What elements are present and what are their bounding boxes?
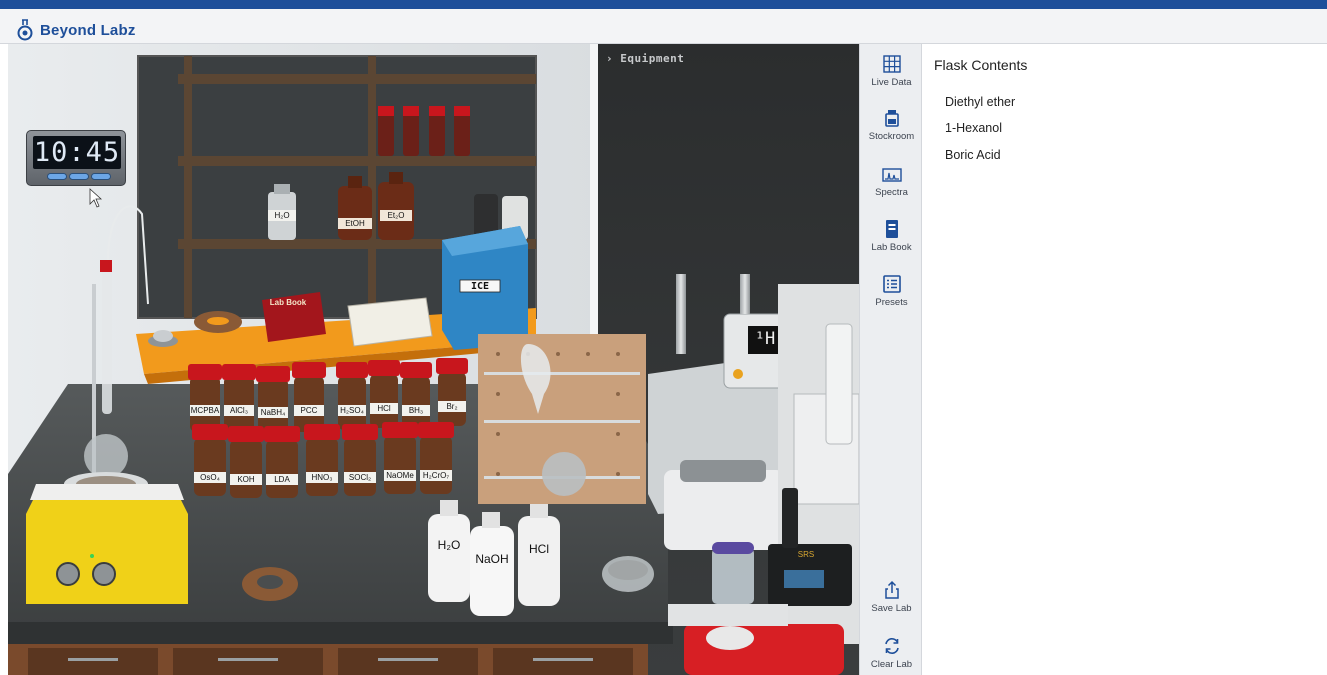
waste-container (684, 624, 844, 675)
pegboard (478, 334, 646, 504)
reagent-label[interactable]: NaOMe (384, 470, 416, 481)
reagent-label[interactable]: PCC (294, 405, 324, 416)
flask-content-item: 1-Hexanol (945, 121, 1002, 135)
nmr-display: ¹H (754, 329, 776, 349)
reagent-label[interactable]: BH₃ (402, 405, 430, 416)
shelf-bottle-label: Et₂O (380, 210, 412, 221)
lab-scene-art (8, 44, 859, 675)
sidebar-label: Presets (875, 297, 908, 308)
sidebar-label: Lab Book (871, 242, 912, 253)
wash-bottle-label[interactable]: HCl (518, 542, 560, 556)
wash-bottle-label[interactable]: H₂O (428, 538, 470, 552)
reagent-label[interactable]: KOH (230, 474, 262, 485)
grid-icon (882, 55, 901, 73)
shelf-bottle-label: H₂O (268, 210, 296, 221)
ice-label: ICE (470, 281, 490, 292)
reagent-label[interactable]: NaBH₄ (258, 407, 288, 418)
refresh-icon (884, 638, 899, 654)
sidebar-item-spectra[interactable]: Spectra (860, 164, 923, 216)
sidebar-item-live-data[interactable]: Live Data (860, 54, 923, 106)
save-lab-button[interactable]: Save Lab (860, 580, 923, 632)
shelf-bottle-label: EtOH (338, 218, 372, 229)
book-icon (885, 220, 898, 238)
reagent-label[interactable]: HNO₃ (306, 472, 338, 483)
panel-title: Flask Contents (934, 57, 1028, 73)
sidebar-label: Clear Lab (870, 659, 913, 670)
wash-bottle-label[interactable]: NaOH (470, 552, 514, 566)
reagent-label[interactable]: SOCl₂ (344, 472, 376, 483)
balance-brand: SRS (797, 550, 815, 559)
flask-content-item: Boric Acid (945, 148, 1001, 162)
flask-content-item: Diethyl ether (945, 95, 1016, 109)
brand[interactable]: Beyond Labz (16, 19, 136, 41)
reagent-label[interactable]: H₂SO₄ (338, 405, 366, 416)
top-bar: Beyond Labz (0, 0, 1327, 44)
flask-logo-icon (17, 19, 33, 41)
sidebar-label: Spectra (875, 187, 908, 198)
timer-display: 10:45 (33, 136, 121, 169)
reagent-label[interactable]: LDA (266, 474, 298, 485)
brand-name: Beyond Labz (40, 21, 136, 39)
flask-contents-panel: Flask Contents Diethyl ether 1-Hexanol B… (922, 44, 1327, 675)
bottle-icon (884, 110, 899, 127)
reagent-label[interactable]: HCl (370, 403, 398, 414)
sidebar-label: Save Lab (871, 603, 912, 614)
timer-button-1[interactable] (47, 173, 67, 180)
hot-plate (26, 494, 188, 604)
reagent-label[interactable]: H₂CrO₇ (420, 470, 452, 481)
equipment-toggle[interactable]: › Equipment (606, 52, 684, 65)
reagent-jars-bottom (192, 422, 454, 498)
clear-lab-button[interactable]: Clear Lab (860, 636, 923, 675)
spectrum-icon (881, 168, 902, 182)
list-icon (882, 275, 901, 293)
sidebar-item-presets[interactable]: Presets (860, 274, 923, 326)
lab-scene[interactable]: › Equipment 10:45 Lab Book ICE ¹H SRS H₂… (8, 44, 859, 675)
lab-book-prop-label: Lab Book (269, 298, 307, 307)
reagent-label[interactable]: OsO₄ (194, 472, 226, 483)
sidebar-item-stockroom[interactable]: Stockroom (860, 108, 923, 160)
sidebar-label: Stockroom (868, 131, 915, 142)
timer-button-2[interactable] (69, 173, 89, 180)
reagent-label[interactable]: AlCl₃ (224, 405, 254, 416)
sidebar-item-lab-book[interactable]: Lab Book (860, 219, 923, 271)
beaker (712, 548, 754, 604)
reagent-label[interactable]: MCPBA (190, 405, 220, 416)
lab-timer[interactable]: 10:45 (26, 130, 126, 186)
tool-sidebar: Live Data Stockroom Spectra Lab Book Pre… (859, 44, 922, 675)
timer-button-3[interactable] (91, 173, 111, 180)
reagent-label[interactable]: Br₂ (438, 401, 466, 412)
share-icon (884, 580, 899, 599)
sidebar-label: Live Data (871, 77, 912, 88)
